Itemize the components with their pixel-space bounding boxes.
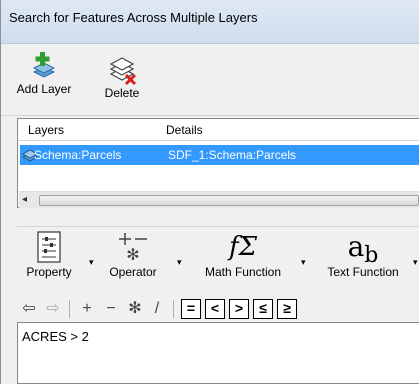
delete-label: Delete (104, 86, 140, 100)
operator-bar: ⇦ ⇨ + − ✻ / = < > ≤ ≥ (17, 296, 419, 322)
layer-details-cell: SDF_1:Schema:Parcels (168, 148, 297, 162)
title-bar: Search for Features Across Multiple Laye… (1, 0, 419, 44)
property-dropdown-icon[interactable]: ▾ (89, 257, 94, 268)
operator-icon: ✻ (119, 233, 147, 263)
separator (173, 300, 174, 318)
operator-label: Operator (109, 265, 157, 279)
divide-button[interactable]: / (147, 299, 167, 319)
multiply-button[interactable]: ✻ (125, 299, 145, 319)
column-header-details[interactable]: Details (166, 123, 203, 137)
operator-button[interactable]: ✻ Operator (99, 231, 167, 279)
column-header-layers[interactable]: Layers (28, 123, 64, 137)
scroll-left-arrow-icon[interactable]: ◂ (22, 194, 27, 205)
plus-button[interactable]: + (77, 299, 97, 319)
delete-layer-icon (109, 57, 137, 86)
redo-icon[interactable]: ⇨ (43, 299, 63, 319)
svg-text:✻: ✻ (126, 245, 139, 263)
property-label: Property (26, 265, 72, 279)
text-function-label: Text Function (327, 265, 399, 279)
layer-name-cell: Schema:Parcels (34, 148, 122, 162)
text-function-icon: ab (317, 230, 409, 269)
math-function-button[interactable]: fΣ Math Function (193, 231, 293, 279)
operator-dropdown-icon[interactable]: ▾ (177, 257, 182, 268)
search-features-window: Search for Features Across Multiple Laye… (0, 0, 419, 384)
text-function-button[interactable]: ab Text Function (317, 230, 409, 280)
math-function-dropdown-icon[interactable]: ▾ (301, 257, 306, 268)
delete-layer-button[interactable]: Delete (97, 52, 147, 100)
add-layer-label: Add Layer (16, 82, 72, 96)
minus-button[interactable]: − (101, 299, 121, 319)
less-than-button[interactable]: < (205, 299, 225, 319)
scrollbar-thumb[interactable] (39, 195, 419, 206)
list-item[interactable]: Schema:Parcels SDF_1:Schema:Parcels (20, 145, 419, 165)
main-toolbar: Add Layer Delete (1, 44, 419, 116)
layers-list[interactable]: Layers Details Schema:Parcels SDF_1:Sche… (17, 118, 419, 208)
text-function-dropdown-icon[interactable]: ▾ (413, 257, 418, 268)
add-layer-icon (32, 52, 56, 78)
expression-toolbar: Property ▾ ✻ Operator ▾ fΣ Math Function… (17, 226, 419, 294)
horizontal-scrollbar[interactable]: ◂ (19, 191, 419, 208)
add-layer-button[interactable]: Add Layer (9, 50, 79, 96)
window-title: Search for Features Across Multiple Laye… (9, 10, 258, 25)
expression-text: ACRES > 2 (22, 329, 89, 344)
greater-equal-button[interactable]: ≥ (277, 299, 297, 319)
greater-than-button[interactable]: > (229, 299, 249, 319)
property-button[interactable]: Property (21, 231, 77, 279)
property-icon (37, 231, 61, 263)
undo-icon[interactable]: ⇦ (19, 299, 39, 319)
expression-editor[interactable]: ACRES > 2 (17, 322, 419, 384)
math-function-icon: fΣ (228, 232, 257, 262)
separator (69, 300, 70, 318)
less-equal-button[interactable]: ≤ (253, 299, 273, 319)
text-glyph-a: a (347, 230, 365, 263)
math-function-label: Math Function (204, 265, 282, 279)
equals-button[interactable]: = (181, 299, 201, 319)
list-header: Layers Details (18, 119, 419, 141)
